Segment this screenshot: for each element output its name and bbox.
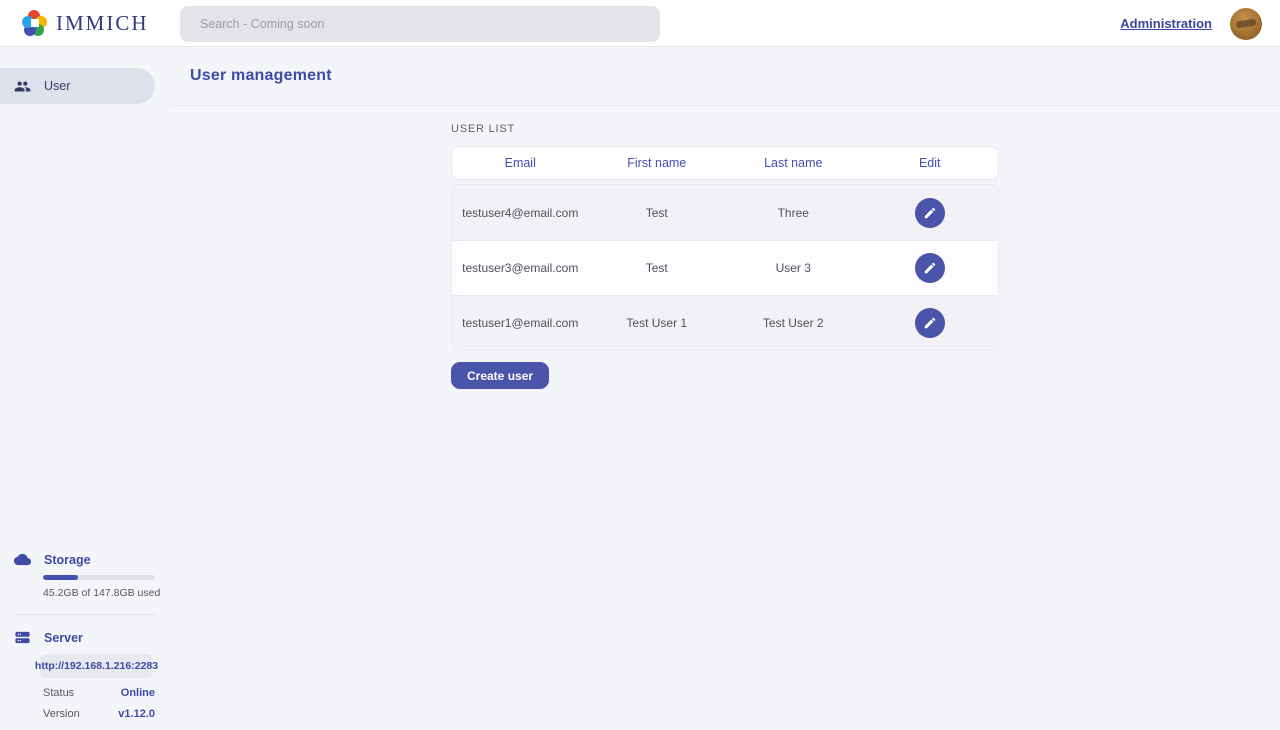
user-table-header: Email First name Last name Edit [451, 146, 999, 180]
cell-last-name: Test User 2 [725, 316, 862, 330]
cell-email: testuser3@email.com [452, 261, 589, 275]
cell-last-name: User 3 [725, 261, 862, 275]
table-row: testuser4@email.com Test Three [452, 185, 998, 240]
table-row: testuser1@email.com Test User 1 Test Use… [452, 295, 998, 350]
edit-user-button[interactable] [915, 308, 945, 338]
table-row: testuser3@email.com Test User 3 [452, 240, 998, 295]
server-status-value: Online [121, 687, 155, 699]
column-header-last-name: Last name [725, 156, 862, 170]
storage-progress-fill [43, 575, 78, 580]
pencil-icon [923, 316, 937, 330]
user-table-body: testuser4@email.com Test Three testuser3… [451, 184, 999, 351]
sidebar-item-user[interactable]: User [0, 68, 155, 104]
user-avatar[interactable] [1230, 8, 1262, 40]
top-navigation-bar: IMMICH Administration [0, 0, 1280, 47]
column-header-first-name: First name [589, 156, 726, 170]
sidebar-status-panel: Storage 45.2GB of 147.8GB used Server ht… [0, 551, 170, 720]
search-input[interactable] [180, 6, 660, 42]
page-title: User management [190, 67, 332, 85]
page-header: User management [170, 47, 1280, 106]
server-icon [14, 629, 31, 646]
people-group-icon [14, 78, 31, 95]
admin-sidebar: User Storage 45.2GB of 147.8GB used Serv… [0, 47, 170, 730]
create-user-button[interactable]: Create user [451, 362, 549, 389]
immich-flower-icon [22, 10, 48, 36]
sidebar-divider [14, 614, 156, 615]
immich-logo: IMMICH [22, 10, 149, 36]
server-version-value: v1.12.0 [118, 708, 155, 720]
cell-first-name: Test [589, 261, 726, 275]
server-status-label: Status [43, 687, 74, 699]
sidebar-item-label: User [44, 79, 70, 93]
pencil-icon [923, 206, 937, 220]
edit-user-button[interactable] [915, 198, 945, 228]
brand-name: IMMICH [56, 11, 149, 36]
column-header-email: Email [452, 156, 589, 170]
server-title: Server [44, 631, 83, 645]
edit-user-button[interactable] [915, 253, 945, 283]
storage-title: Storage [44, 553, 91, 567]
server-version-label: Version [43, 708, 80, 720]
cell-email: testuser1@email.com [452, 316, 589, 330]
cloud-storage-icon [14, 551, 31, 568]
pencil-icon [923, 261, 937, 275]
cell-first-name: Test User 1 [589, 316, 726, 330]
column-header-edit: Edit [862, 156, 999, 170]
cell-first-name: Test [589, 206, 726, 220]
administration-link[interactable]: Administration [1120, 16, 1212, 31]
cell-last-name: Three [725, 206, 862, 220]
cell-email: testuser4@email.com [452, 206, 589, 220]
user-list-label: USER LIST [451, 123, 999, 135]
server-url: http://192.168.1.216:2283 [40, 654, 153, 678]
storage-progress-bar [43, 575, 155, 580]
main-content: User management USER LIST Email First na… [170, 47, 1280, 730]
storage-usage-text: 45.2GB of 147.8GB used [43, 587, 170, 599]
